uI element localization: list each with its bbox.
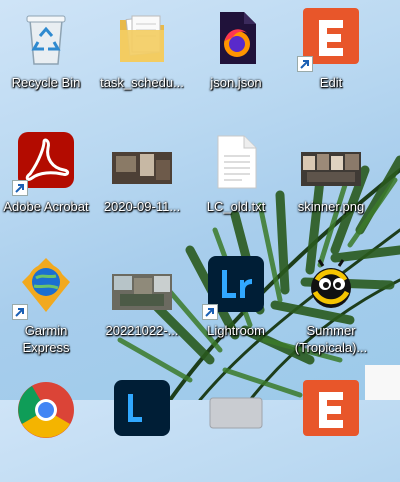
edit-app-icon [297, 6, 363, 72]
desktop-icon-recycle-bin[interactable]: Recycle Bin [0, 0, 92, 110]
shortcut-arrow-icon [12, 304, 28, 320]
desktop-icon-drive-partial[interactable] [190, 372, 282, 482]
shortcut-arrow-icon [202, 304, 218, 320]
lightroom-icon [202, 254, 268, 320]
desktop-icon-label: Adobe Acrobat [3, 199, 89, 214]
desktop-icon-edit[interactable]: Edit [285, 0, 377, 110]
folder-icon [110, 6, 174, 70]
edit-app-icon [299, 378, 363, 442]
garmin-express-icon [12, 254, 78, 320]
desktop-icon-lightroom[interactable]: Lightroom [190, 248, 282, 358]
image-thumbnail-icon [110, 254, 174, 318]
bee-icon [299, 254, 363, 318]
chrome-icon [14, 378, 78, 442]
desktop-icon-garmin-express[interactable]: Garmin Express [0, 248, 92, 358]
desktop-icon-label: LC_old.txt [206, 199, 266, 214]
image-thumbnail-icon [110, 130, 174, 194]
desktop-icon-label: Summer (Tropicala)... [294, 323, 368, 355]
desktop-icon-label: Recycle Bin [11, 75, 81, 90]
shortcut-arrow-icon [12, 180, 28, 196]
desktop-icon-label: json.json [210, 75, 262, 90]
recycle-bin-icon [14, 6, 78, 70]
desktop-icon-summer-tropicala[interactable]: Summer (Tropicala)... [285, 248, 377, 358]
desktop-icon-label: Edit [319, 75, 343, 90]
window-edge [365, 365, 400, 400]
desktop-icon-json[interactable]: json.json [190, 0, 282, 110]
desktop-icon-skinner[interactable]: skinner.png [285, 124, 377, 234]
lightroom-classic-icon [110, 378, 174, 442]
desktop-icon-edit-partial[interactable] [285, 372, 377, 482]
desktop-icon-label: 20221022-... [105, 323, 179, 338]
image-thumbnail-icon [299, 130, 363, 194]
desktop-icon-label: task_schedu... [100, 75, 184, 90]
desktop-icon-photo-2022[interactable]: 20221022-... [96, 248, 188, 358]
drive-icon [204, 378, 268, 442]
desktop-icon-adobe-acrobat[interactable]: Adobe Acrobat [0, 124, 92, 234]
firefox-icon [204, 6, 268, 70]
shortcut-arrow-icon [297, 56, 313, 72]
desktop-icon-label: Lightroom [207, 323, 265, 338]
desktop-icon-task-schedule[interactable]: task_schedu... [96, 0, 188, 110]
desktop-icon-chrome-partial[interactable] [0, 372, 92, 482]
desktop-icon-lightroom-classic-partial[interactable] [96, 372, 188, 482]
desktop-icon-lc-old[interactable]: LC_old.txt [190, 124, 282, 234]
adobe-acrobat-icon [12, 130, 78, 196]
desktop-icon-label: Garmin Express [22, 323, 70, 355]
desktop-icon-label: skinner.png [297, 199, 365, 214]
desktop-icon-label: 2020-09-11... [103, 199, 181, 214]
desktop-icon-photo-2020[interactable]: 2020-09-11... [96, 124, 188, 234]
text-file-icon [204, 130, 268, 194]
